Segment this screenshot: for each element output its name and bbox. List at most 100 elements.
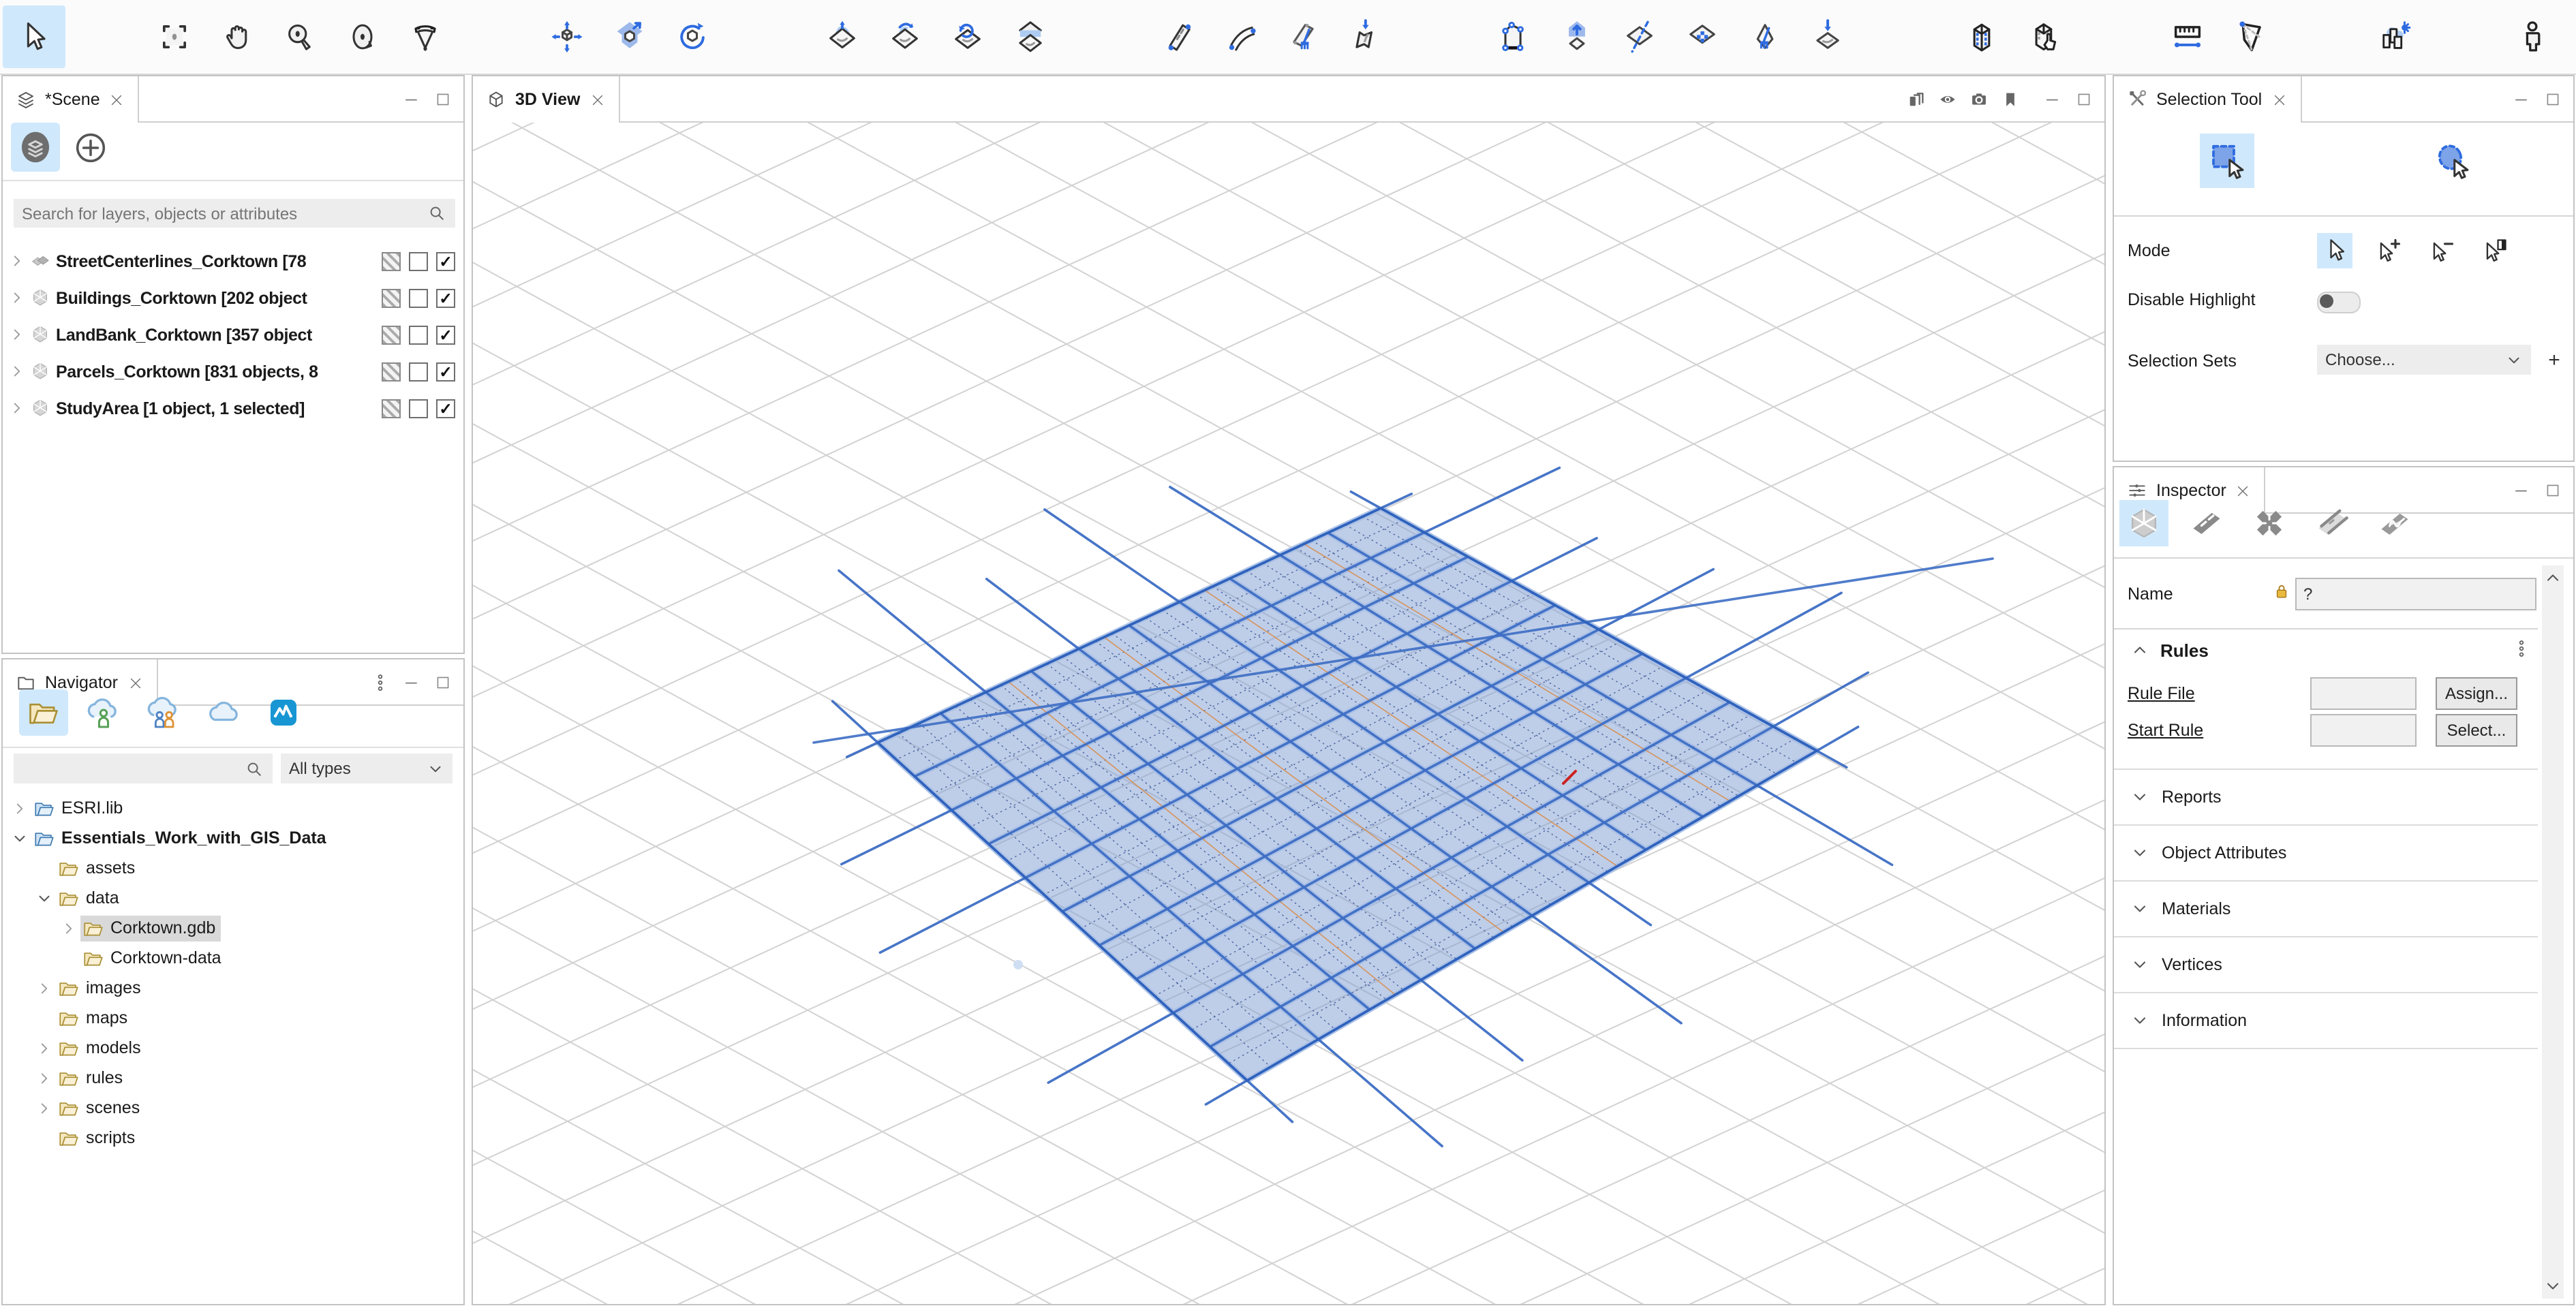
scene-search-input[interactable] bbox=[14, 204, 427, 223]
expand-chevron-icon[interactable] bbox=[8, 399, 26, 417]
viewport-3d[interactable] bbox=[473, 76, 2104, 1304]
layer-row[interactable]: LandBank_Corktown [357 object ✓ bbox=[3, 316, 463, 353]
toolbar-generate-models-tool[interactable] bbox=[1961, 5, 2001, 68]
start-rule-field[interactable] bbox=[2310, 714, 2417, 747]
maximize-icon[interactable] bbox=[433, 672, 453, 691]
layer-checkbox-visible[interactable]: ✓ bbox=[436, 288, 455, 307]
section-object-attributes[interactable]: Object Attributes bbox=[2114, 824, 2538, 880]
chevron-right-icon[interactable] bbox=[11, 799, 29, 817]
minimize-icon[interactable] bbox=[402, 672, 421, 691]
layer-row[interactable]: StreetCenterlines_Corktown [78 ✓ bbox=[3, 243, 463, 279]
menu-kebab-icon[interactable] bbox=[371, 672, 390, 691]
expand-chevron-icon[interactable] bbox=[8, 362, 26, 380]
add-layer-button[interactable] bbox=[68, 125, 112, 169]
selection-mode-new-button[interactable] bbox=[2317, 233, 2352, 268]
expand-chevron-icon[interactable] bbox=[8, 252, 26, 270]
navigator-search-input[interactable] bbox=[14, 759, 244, 778]
bookmark-icon[interactable] bbox=[2001, 89, 2020, 108]
disable-highlight-toggle[interactable] bbox=[2317, 292, 2361, 313]
tab-scene[interactable]: *Scene bbox=[3, 76, 140, 123]
layer-swatch[interactable] bbox=[382, 362, 401, 381]
expand-chevron-icon[interactable] bbox=[8, 326, 26, 343]
section-vertices[interactable]: Vertices bbox=[2114, 936, 2538, 992]
tree-item-corktown-data[interactable]: Corktown-data bbox=[3, 943, 463, 973]
navigator-public-button[interactable] bbox=[199, 689, 248, 736]
toolbar-orbit-tool[interactable] bbox=[342, 5, 382, 68]
toolbar-pan-tool[interactable] bbox=[217, 5, 256, 68]
tree-item-scripts[interactable]: scripts bbox=[3, 1123, 463, 1153]
toolbar-zoom-tool[interactable] bbox=[279, 5, 319, 68]
tree-item-images[interactable]: images bbox=[3, 973, 463, 1003]
selection-mode-add-button[interactable] bbox=[2370, 233, 2406, 268]
selection-mode-subtract-button[interactable] bbox=[2423, 233, 2459, 268]
section-materials[interactable]: Materials bbox=[2114, 880, 2538, 936]
assign-rule-button[interactable]: Assign... bbox=[2436, 677, 2517, 710]
add-selection-set-button[interactable]: + bbox=[2541, 345, 2568, 375]
chevron-right-icon[interactable] bbox=[60, 919, 78, 937]
start-rule-link[interactable]: Start Rule bbox=[2128, 721, 2203, 740]
tree-item-data[interactable]: data bbox=[3, 883, 463, 913]
section-reports[interactable]: Reports bbox=[2114, 768, 2538, 824]
maximize-icon[interactable] bbox=[2543, 480, 2562, 499]
inspector-type-dynamic-shapes-button[interactable] bbox=[2370, 500, 2419, 546]
tree-item-models[interactable]: models bbox=[3, 1033, 463, 1063]
toolbar-first-person-tool[interactable] bbox=[2512, 5, 2551, 68]
scroll-up-icon[interactable] bbox=[2543, 568, 2562, 587]
toolbar-measure-tool[interactable] bbox=[2167, 5, 2207, 68]
type-filter-select[interactable]: All types bbox=[281, 753, 453, 783]
layer-row[interactable]: StudyArea [1 object, 1 selected] ✓ bbox=[3, 390, 463, 426]
toolbar-street-curve-tool[interactable] bbox=[1221, 5, 1261, 68]
lasso-select-button[interactable] bbox=[2425, 134, 2479, 188]
tab-3d-view[interactable]: 3D View bbox=[473, 76, 620, 123]
toolbar-shape-draw-tool[interactable] bbox=[1494, 5, 1533, 68]
layer-swatch[interactable] bbox=[382, 288, 401, 307]
layer-row[interactable]: Buildings_Corktown [202 object ✓ bbox=[3, 279, 463, 316]
toolbar-zoom-frame-tool[interactable] bbox=[154, 5, 194, 68]
rule-file-field[interactable] bbox=[2310, 677, 2417, 710]
selection-sets-select[interactable]: Choose... bbox=[2317, 345, 2531, 375]
toolbar-view-frustum-tool[interactable] bbox=[2230, 5, 2269, 68]
layer-checkbox-empty[interactable] bbox=[409, 362, 428, 381]
close-icon[interactable] bbox=[2235, 482, 2252, 499]
toolbar-street-create-tool[interactable] bbox=[1159, 5, 1198, 68]
layer-checkbox-visible[interactable]: ✓ bbox=[436, 251, 455, 270]
inspector-type-street-node-button[interactable] bbox=[2245, 500, 2294, 546]
toolbar-select-tool[interactable] bbox=[3, 5, 65, 68]
layer-checkbox-empty[interactable] bbox=[409, 288, 428, 307]
minimize-icon[interactable] bbox=[2043, 89, 2062, 108]
navigator-filesystem-button[interactable] bbox=[19, 689, 68, 736]
toolbar-shape-cleanup-tool[interactable] bbox=[1745, 5, 1784, 68]
collapse-chevron-icon[interactable] bbox=[2130, 640, 2149, 659]
toolbar-terrain-raise-tool[interactable] bbox=[822, 5, 861, 68]
scene-layers-view-button[interactable] bbox=[11, 123, 60, 172]
close-icon[interactable] bbox=[2270, 91, 2288, 108]
section-information[interactable]: Information bbox=[2114, 992, 2538, 1049]
toolbar-edit-model-tool[interactable] bbox=[2024, 5, 2064, 68]
chevron-right-icon[interactable] bbox=[35, 1069, 53, 1087]
layer-swatch[interactable] bbox=[382, 251, 401, 270]
close-icon[interactable] bbox=[588, 91, 606, 108]
chevron-right-icon[interactable] bbox=[35, 1099, 53, 1117]
navigator-arcgis-button[interactable] bbox=[259, 689, 308, 736]
toolbar-lighting-settings-tool[interactable] bbox=[2373, 5, 2412, 68]
layer-checkbox-empty[interactable] bbox=[409, 399, 428, 418]
toolbar-move-tool[interactable] bbox=[547, 5, 586, 68]
chevron-down-icon[interactable] bbox=[11, 829, 29, 847]
navigator-my-content-button[interactable] bbox=[79, 689, 128, 736]
navigator-groups-button[interactable] bbox=[139, 689, 188, 736]
toolbar-shape-split-tool[interactable] bbox=[1619, 5, 1659, 68]
tree-item-essentials-work-with-gis-data[interactable]: Essentials_Work_with_GIS_Data bbox=[3, 823, 463, 853]
inspector-type-street-segment-button[interactable] bbox=[2182, 500, 2231, 546]
snapshot-icon[interactable] bbox=[1969, 89, 1989, 108]
chevron-right-icon[interactable] bbox=[35, 1039, 53, 1057]
toolbar-rotate-tool[interactable] bbox=[672, 5, 711, 68]
selection-mode-invert-button[interactable] bbox=[2477, 233, 2512, 268]
tree-item-corktown-gdb[interactable]: Corktown.gdb bbox=[3, 913, 463, 943]
minimize-icon[interactable] bbox=[2512, 480, 2531, 499]
toolbar-shape-texture-tool[interactable] bbox=[1682, 5, 1721, 68]
layer-checkbox-visible[interactable]: ✓ bbox=[436, 399, 455, 418]
chevron-right-icon[interactable] bbox=[35, 979, 53, 997]
toolbar-street-cleanup-tool[interactable] bbox=[1284, 5, 1323, 68]
tab-selection-tool[interactable]: Selection Tool bbox=[2114, 76, 2302, 123]
select-rule-button[interactable]: Select... bbox=[2436, 714, 2517, 747]
